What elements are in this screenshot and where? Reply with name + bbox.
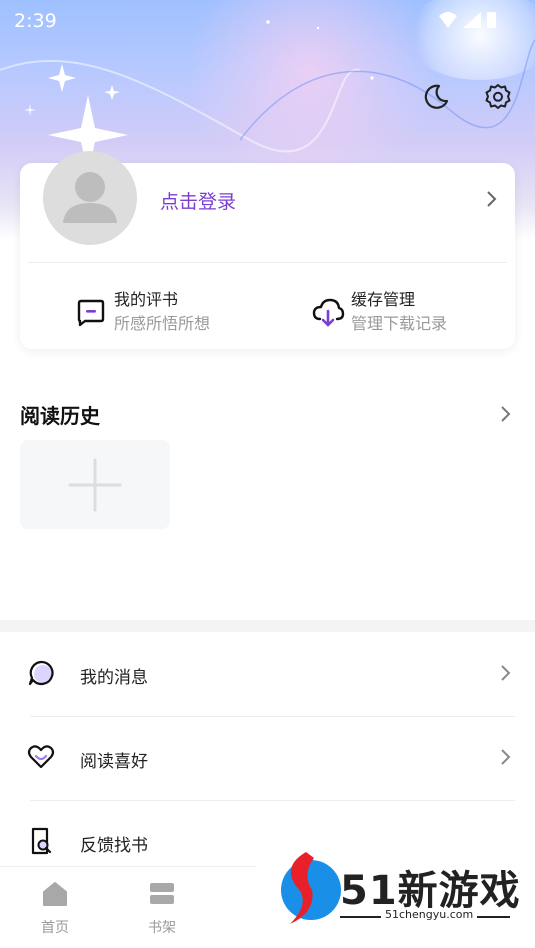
status-icons (437, 10, 497, 30)
chevron-right-icon[interactable] (485, 189, 499, 213)
watermark-url: 51chengyu.com (381, 908, 478, 921)
cloud-download-icon (311, 296, 345, 330)
comment-icon (74, 296, 108, 330)
plus-icon (68, 458, 122, 512)
tab-home[interactable]: 首页 (15, 879, 95, 937)
cache-management-button[interactable]: 缓存管理 管理下载记录 (311, 288, 447, 338)
tab-label: 书架 (148, 920, 176, 936)
search-book-icon (26, 826, 56, 856)
reading-history-more-button[interactable] (499, 404, 513, 428)
home-icon (15, 879, 95, 909)
settings-button[interactable] (481, 80, 515, 114)
cache-management-title: 缓存管理 (351, 290, 416, 309)
moon-icon (424, 84, 449, 109)
menu-item-label: 我的消息 (80, 668, 148, 688)
status-time: 2:39 (14, 10, 57, 32)
signal-icon (463, 12, 481, 28)
menu-item-messages[interactable]: 我的消息 (0, 632, 535, 716)
default-avatar-icon (63, 172, 117, 223)
cache-management-subtitle: 管理下载记录 (351, 314, 448, 333)
tab-label: 首页 (41, 920, 69, 936)
heart-icon (26, 742, 56, 772)
my-reviews-title: 我的评书 (114, 290, 179, 309)
reading-history-title: 阅读历史 (20, 404, 100, 428)
add-book-tile[interactable] (20, 440, 170, 529)
watermark: 51新游戏 51chengyu.com (256, 828, 535, 948)
card-divider (28, 262, 507, 263)
gear-icon (485, 84, 511, 109)
watermark-logo (281, 852, 341, 924)
wifi-icon (439, 12, 457, 28)
menu-item-reading-preferences[interactable]: 阅读喜好 (0, 716, 535, 800)
menu-item-label: 反馈找书 (80, 836, 148, 856)
battery-icon (487, 12, 496, 28)
chevron-right-icon (501, 406, 511, 422)
my-reviews-button[interactable]: 我的评书 所感所悟所想 (74, 288, 210, 338)
status-bar: 2:39 (0, 0, 535, 40)
profile-card: 点击登录 我的评书 所感所悟所想 缓存管理 管理下载记录 (20, 151, 515, 349)
my-reviews-subtitle: 所感所悟所想 (114, 314, 211, 333)
bookshelf-icon (122, 879, 202, 909)
chevron-right-icon (499, 747, 513, 771)
tab-bookshelf[interactable]: 书架 (122, 879, 202, 937)
message-icon (26, 658, 56, 688)
chevron-right-icon (499, 663, 513, 687)
night-mode-button[interactable] (419, 80, 453, 114)
login-link[interactable]: 点击登录 (160, 187, 236, 214)
section-separator (0, 620, 535, 632)
menu-item-label: 阅读喜好 (80, 752, 148, 772)
avatar[interactable] (43, 151, 137, 245)
